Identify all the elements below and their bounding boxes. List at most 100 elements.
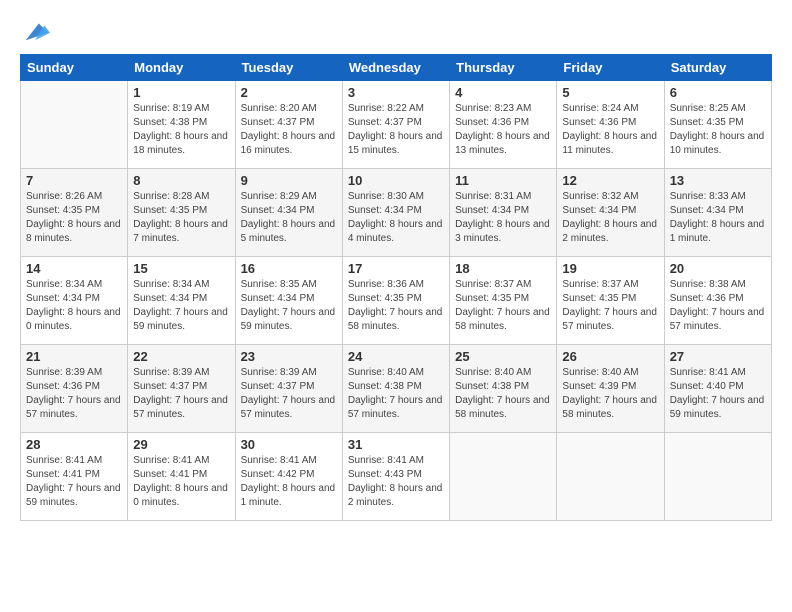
day-number: 21 (26, 349, 122, 364)
day-info: Sunrise: 8:23 AM Sunset: 4:36 PM Dayligh… (455, 102, 551, 158)
calendar-cell: 27 Sunrise: 8:41 AM Sunset: 4:40 PM Dayli… (664, 345, 771, 433)
day-info: Sunrise: 8:37 AM Sunset: 4:35 PM Dayligh… (455, 278, 551, 334)
calendar-cell: 18 Sunrise: 8:37 AM Sunset: 4:35 PM Dayli… (450, 257, 557, 345)
calendar-week-row: 28Sunrise: 8:41 AM Sunset: 4:41 PM Dayli… (21, 433, 772, 521)
day-info: Sunrise: 8:26 AM Sunset: 4:35 PM Dayligh… (26, 190, 122, 246)
calendar-cell: 16Sunrise: 8:35 AM Sunset: 4:34 PM Dayli… (235, 257, 342, 345)
day-info: Sunrise: 8:39 AM Sunset: 4:36 PM Dayligh… (26, 366, 122, 422)
weekday-header: Thursday (450, 55, 557, 81)
calendar-cell: 2Sunrise: 8:20 AM Sunset: 4:37 PM Daylig… (235, 81, 342, 169)
day-number: 24 (348, 349, 444, 364)
calendar-cell: 1 Sunrise: 8:19 AM Sunset: 4:38 PM Daylig… (128, 81, 235, 169)
day-number: 27 (670, 349, 766, 364)
logo-icon (22, 16, 50, 44)
calendar-cell: 9 Sunrise: 8:29 AM Sunset: 4:34 PM Daylig… (235, 169, 342, 257)
calendar-cell: 8 Sunrise: 8:28 AM Sunset: 4:35 PM Daylig… (128, 169, 235, 257)
day-info: Sunrise: 8:32 AM Sunset: 4:34 PM Dayligh… (562, 190, 658, 246)
calendar-week-row: 14 Sunrise: 8:34 AM Sunset: 4:34 PM Dayli… (21, 257, 772, 345)
calendar-table: SundayMondayTuesdayWednesdayThursdayFrid… (20, 54, 772, 521)
calendar-cell (450, 433, 557, 521)
weekday-header: Wednesday (342, 55, 449, 81)
day-info: Sunrise: 8:22 AM Sunset: 4:37 PM Dayligh… (348, 102, 444, 158)
day-info: Sunrise: 8:41 AM Sunset: 4:43 PM Dayligh… (348, 454, 444, 510)
day-number: 2 (241, 85, 337, 100)
day-number: 14 (26, 261, 122, 276)
day-info: Sunrise: 8:41 AM Sunset: 4:40 PM Dayligh… (670, 366, 766, 422)
day-number: 18 (455, 261, 551, 276)
day-number: 4 (455, 85, 551, 100)
day-number: 23 (241, 349, 337, 364)
calendar-week-row: 21 Sunrise: 8:39 AM Sunset: 4:36 PM Dayli… (21, 345, 772, 433)
calendar-cell: 24 Sunrise: 8:40 AM Sunset: 4:38 PM Dayli… (342, 345, 449, 433)
calendar-cell: 3 Sunrise: 8:22 AM Sunset: 4:37 PM Daylig… (342, 81, 449, 169)
logo (20, 16, 50, 44)
day-number: 29 (133, 437, 229, 452)
day-number: 7 (26, 173, 122, 188)
day-info: Sunrise: 8:39 AM Sunset: 4:37 PM Dayligh… (133, 366, 229, 422)
calendar-cell: 17 Sunrise: 8:36 AM Sunset: 4:35 PM Dayli… (342, 257, 449, 345)
day-number: 9 (241, 173, 337, 188)
day-info: Sunrise: 8:35 AM Sunset: 4:34 PM Dayligh… (241, 278, 337, 334)
day-info: Sunrise: 8:40 AM Sunset: 4:39 PM Dayligh… (562, 366, 658, 422)
calendar-cell: 29 Sunrise: 8:41 AM Sunset: 4:41 PM Dayli… (128, 433, 235, 521)
day-number: 13 (670, 173, 766, 188)
calendar-cell: 13 Sunrise: 8:33 AM Sunset: 4:34 PM Dayli… (664, 169, 771, 257)
calendar-cell: 6 Sunrise: 8:25 AM Sunset: 4:35 PM Daylig… (664, 81, 771, 169)
day-info: Sunrise: 8:38 AM Sunset: 4:36 PM Dayligh… (670, 278, 766, 334)
day-number: 5 (562, 85, 658, 100)
day-info: Sunrise: 8:40 AM Sunset: 4:38 PM Dayligh… (348, 366, 444, 422)
calendar-cell: 14Sunrise: 8:34 AM Sunset: 4:34 PM Dayli… (21, 257, 128, 345)
calendar-cell: 25 Sunrise: 8:40 AM Sunset: 4:38 PM Dayli… (450, 345, 557, 433)
calendar-week-row: 7 Sunrise: 8:26 AM Sunset: 4:35 PM Daylig… (21, 169, 772, 257)
day-number: 1 (133, 85, 229, 100)
calendar-cell: 10 Sunrise: 8:30 AM Sunset: 4:34 PM Dayli… (342, 169, 449, 257)
day-number: 19 (562, 261, 658, 276)
day-info: Sunrise: 8:40 AM Sunset: 4:38 PM Dayligh… (455, 366, 551, 422)
calendar-cell (21, 81, 128, 169)
day-number: 11 (455, 173, 551, 188)
day-number: 6 (670, 85, 766, 100)
day-info: Sunrise: 8:41 AM Sunset: 4:41 PM Dayligh… (133, 454, 229, 510)
calendar-cell: 23 Sunrise: 8:39 AM Sunset: 4:37 PM Dayli… (235, 345, 342, 433)
calendar-cell: 12 Sunrise: 8:32 AM Sunset: 4:34 PM Dayli… (557, 169, 664, 257)
day-info: Sunrise: 8:33 AM Sunset: 4:34 PM Dayligh… (670, 190, 766, 246)
day-number: 20 (670, 261, 766, 276)
calendar-cell: 20 Sunrise: 8:38 AM Sunset: 4:36 PM Dayli… (664, 257, 771, 345)
day-number: 31 (348, 437, 444, 452)
day-number: 8 (133, 173, 229, 188)
day-info: Sunrise: 8:25 AM Sunset: 4:35 PM Dayligh… (670, 102, 766, 158)
day-number: 30 (241, 437, 337, 452)
calendar-cell: 30 Sunrise: 8:41 AM Sunset: 4:42 PM Dayli… (235, 433, 342, 521)
day-info: Sunrise: 8:28 AM Sunset: 4:35 PM Dayligh… (133, 190, 229, 246)
day-info: Sunrise: 8:24 AM Sunset: 4:36 PM Dayligh… (562, 102, 658, 158)
day-number: 10 (348, 173, 444, 188)
weekday-header: Friday (557, 55, 664, 81)
day-info: Sunrise: 8:29 AM Sunset: 4:34 PM Dayligh… (241, 190, 337, 246)
calendar-cell: 28Sunrise: 8:41 AM Sunset: 4:41 PM Dayli… (21, 433, 128, 521)
day-number: 25 (455, 349, 551, 364)
day-number: 12 (562, 173, 658, 188)
day-number: 17 (348, 261, 444, 276)
calendar-cell: 19Sunrise: 8:37 AM Sunset: 4:35 PM Dayli… (557, 257, 664, 345)
page-header (20, 16, 772, 44)
weekday-header: Tuesday (235, 55, 342, 81)
day-info: Sunrise: 8:36 AM Sunset: 4:35 PM Dayligh… (348, 278, 444, 334)
calendar-cell: 11 Sunrise: 8:31 AM Sunset: 4:34 PM Dayli… (450, 169, 557, 257)
calendar-cell: 7 Sunrise: 8:26 AM Sunset: 4:35 PM Daylig… (21, 169, 128, 257)
calendar-cell (557, 433, 664, 521)
day-info: Sunrise: 8:39 AM Sunset: 4:37 PM Dayligh… (241, 366, 337, 422)
day-info: Sunrise: 8:34 AM Sunset: 4:34 PM Dayligh… (133, 278, 229, 334)
calendar-cell: 15 Sunrise: 8:34 AM Sunset: 4:34 PM Dayli… (128, 257, 235, 345)
calendar-cell: 4 Sunrise: 8:23 AM Sunset: 4:36 PM Daylig… (450, 81, 557, 169)
day-number: 3 (348, 85, 444, 100)
calendar-week-row: 1 Sunrise: 8:19 AM Sunset: 4:38 PM Daylig… (21, 81, 772, 169)
weekday-header: Saturday (664, 55, 771, 81)
day-info: Sunrise: 8:30 AM Sunset: 4:34 PM Dayligh… (348, 190, 444, 246)
calendar-cell: 21 Sunrise: 8:39 AM Sunset: 4:36 PM Dayli… (21, 345, 128, 433)
day-info: Sunrise: 8:19 AM Sunset: 4:38 PM Dayligh… (133, 102, 229, 158)
day-info: Sunrise: 8:41 AM Sunset: 4:42 PM Dayligh… (241, 454, 337, 510)
day-number: 15 (133, 261, 229, 276)
day-info: Sunrise: 8:31 AM Sunset: 4:34 PM Dayligh… (455, 190, 551, 246)
weekday-header: Monday (128, 55, 235, 81)
calendar-cell (664, 433, 771, 521)
